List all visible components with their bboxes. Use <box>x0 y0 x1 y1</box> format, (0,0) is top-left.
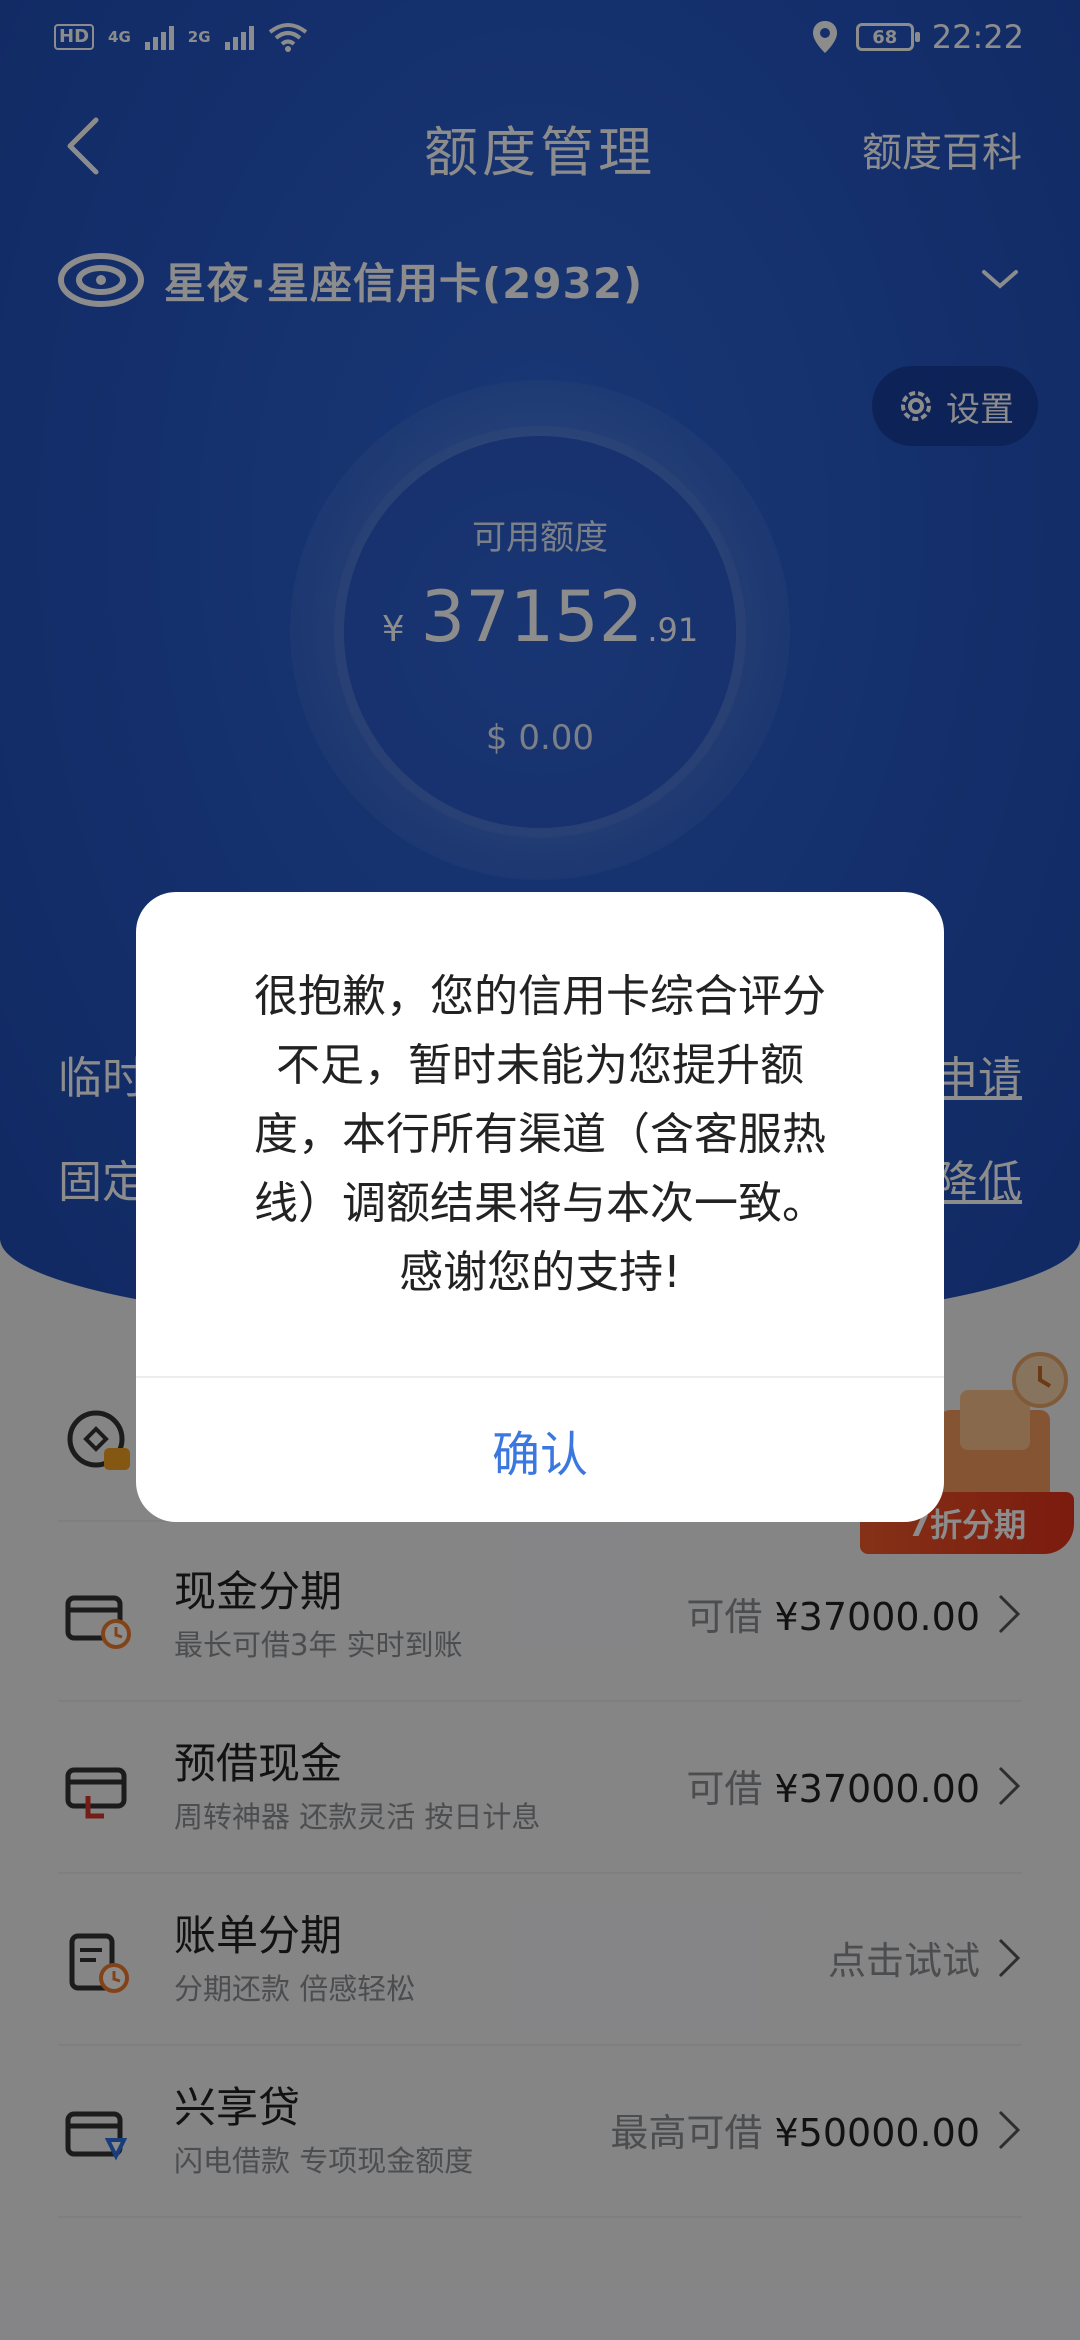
dialog-message: 很抱歉，您的信用卡综合评分 不足，暂时未能为您提升额 度，本行所有渠道（含客服热… <box>212 962 868 1307</box>
dialog-line: 感谢您的支持! <box>399 1247 681 1298</box>
dialog-line: 度，本行所有渠道（含客服热 <box>254 1109 826 1160</box>
dialog-line: 线）调额结果将与本次一致。 <box>254 1178 826 1229</box>
alert-dialog: 很抱歉，您的信用卡综合评分 不足，暂时未能为您提升额 度，本行所有渠道（含客服热… <box>136 892 944 1522</box>
confirm-button[interactable]: 确认 <box>136 1378 944 1522</box>
dialog-line: 不足，暂时未能为您提升额 <box>276 1040 804 1091</box>
dialog-line: 很抱歉，您的信用卡综合评分 <box>254 971 826 1022</box>
